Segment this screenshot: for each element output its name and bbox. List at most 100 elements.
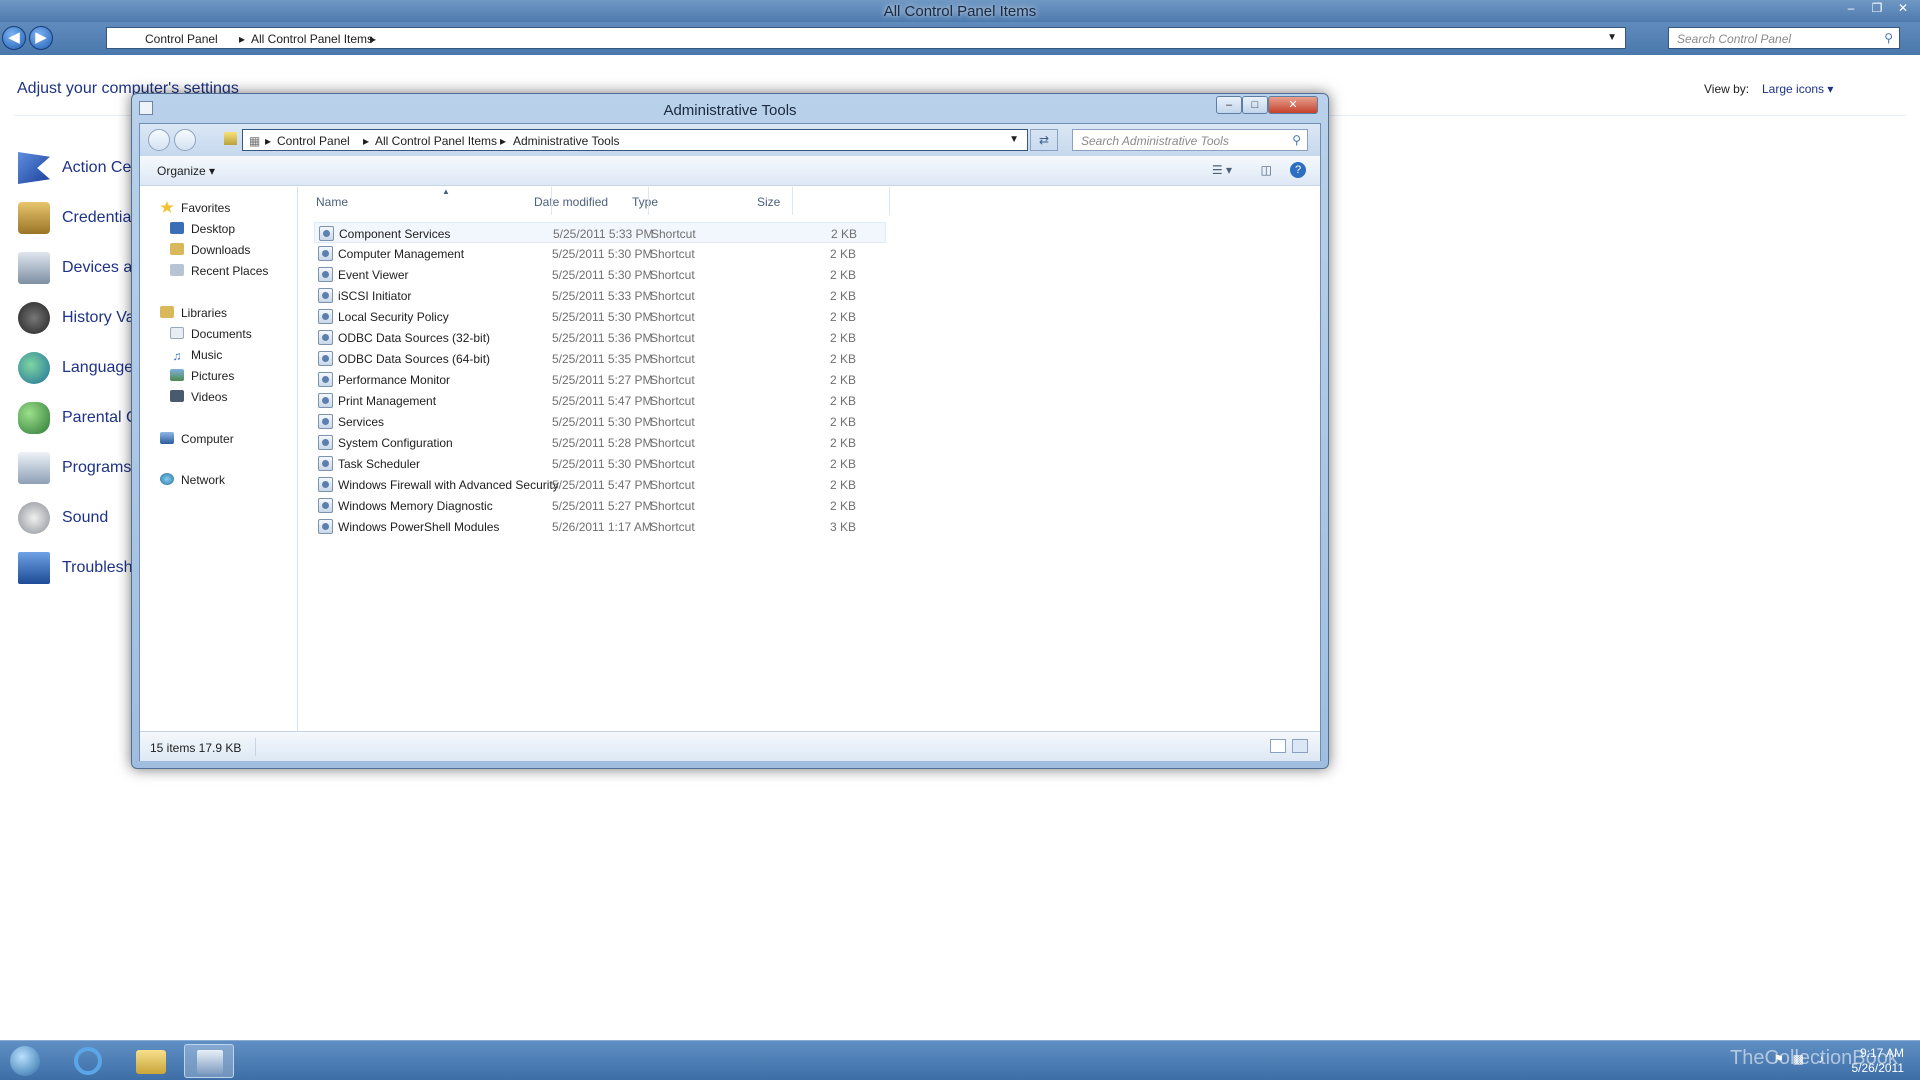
computer-icon — [160, 432, 174, 444]
printer-icon — [18, 252, 50, 284]
column-headers: Name ▲ Date modified Type Size — [299, 187, 1320, 215]
control-panel-icon — [197, 1050, 223, 1074]
explorer-breadcrumb[interactable]: ▦ ▸ Control Panel ▸ All Control Panel It… — [242, 129, 1028, 151]
file-row[interactable]: Performance Monitor 5/25/2011 5:27 PM Shor… — [314, 369, 886, 390]
taskbar-explorer[interactable] — [126, 1044, 176, 1078]
file-row[interactable]: Windows Firewall with Advanced Security 5… — [314, 474, 886, 495]
flag-icon[interactable]: ⚑ — [1773, 1052, 1784, 1067]
control-panel-icon: ▦ — [249, 134, 261, 148]
crumb-all-items[interactable]: All Control Panel Items — [375, 134, 497, 148]
chevron-down-icon[interactable]: ▼ — [1009, 134, 1019, 145]
system-tray[interactable]: ⚑ ▩ ♪ 9:17 AM 5/26/2011 — [1773, 1046, 1905, 1076]
organize-button[interactable]: Organize ▾ — [157, 164, 215, 178]
nav-computer[interactable]: Computer — [160, 432, 234, 446]
file-row[interactable]: System Configuration 5/25/2011 5:28 PM Sho… — [314, 432, 886, 453]
file-row[interactable]: Component Services 5/25/2011 5:33 PM Short… — [314, 222, 886, 243]
col-size[interactable]: Size — [757, 195, 780, 209]
file-row[interactable]: ODBC Data Sources (32-bit) 5/25/2011 5:36… — [314, 327, 886, 348]
parental-controls-icon — [18, 402, 50, 434]
programs-icon — [18, 452, 50, 484]
nav-recent-places[interactable]: Recent Places — [170, 264, 268, 278]
file-row[interactable]: Local Security Policy 5/25/2011 5:30 PM Sh… — [314, 306, 886, 327]
nav-documents[interactable]: Documents — [170, 327, 252, 341]
shortcut-icon — [318, 519, 333, 534]
col-name[interactable]: Name — [316, 195, 348, 209]
file-row[interactable]: Task Scheduler 5/25/2011 5:30 PM Shortcut 2… — [314, 453, 886, 474]
shortcut-icon — [318, 498, 333, 513]
win-maximize-button[interactable]: □ — [1242, 96, 1268, 114]
libraries-icon — [160, 306, 174, 318]
help-icon[interactable]: ? — [1290, 162, 1306, 178]
main-search-input[interactable]: Search Control Panel ⚲ — [1668, 27, 1900, 49]
large-icons-view-icon[interactable] — [1292, 739, 1308, 753]
speaker-icon[interactable]: ♪ — [1818, 1052, 1824, 1067]
minimize-button[interactable]: – — [1840, 0, 1862, 16]
shortcut-icon — [318, 288, 333, 303]
maximize-button[interactable]: ❐ — [1866, 0, 1888, 16]
taskbar: TheCollectionBook ⚑ ▩ ♪ 9:17 AM 5/26/201… — [0, 1040, 1920, 1080]
up-folder-icon[interactable] — [224, 132, 237, 145]
crumb-control-panel[interactable]: Control Panel — [145, 32, 218, 46]
nav-music[interactable]: ♫ Music — [170, 348, 223, 363]
flag-icon — [18, 152, 50, 184]
explorer-address-bar: ▦ ▸ Control Panel ▸ All Control Panel It… — [140, 124, 1320, 156]
crumb-admin-tools[interactable]: Administrative Tools — [513, 134, 620, 148]
nav-downloads[interactable]: Downloads — [170, 243, 250, 257]
nav-network[interactable]: Network — [160, 473, 225, 487]
main-titlebar: All Control Panel Items – ❐ ✕ — [0, 0, 1920, 22]
file-row[interactable]: Event Viewer 5/25/2011 5:30 PM Shortcut 2 K… — [314, 264, 886, 285]
start-button[interactable] — [2, 1044, 52, 1078]
folder-icon — [136, 1050, 166, 1074]
taskbar-ie[interactable] — [64, 1044, 114, 1078]
file-row[interactable]: Windows PowerShell Modules 5/26/2011 1:17… — [314, 516, 886, 537]
search-icon: ⚲ — [1884, 31, 1893, 45]
forward-button[interactable]: ▶ — [29, 26, 53, 50]
recent-places-icon — [170, 264, 184, 276]
shortcut-icon — [318, 414, 333, 429]
view-options-icon[interactable]: ☰ ▾ — [1212, 163, 1232, 177]
shortcut-icon — [318, 351, 333, 366]
nav-libraries[interactable]: Libraries — [160, 306, 227, 320]
shortcut-icon — [319, 226, 334, 241]
close-button[interactable]: ✕ — [1892, 0, 1914, 16]
file-row[interactable]: Print Management 5/25/2011 5:47 PM Shortcu… — [314, 390, 886, 411]
pictures-icon — [170, 369, 184, 381]
col-type[interactable]: Type — [632, 195, 658, 209]
crumb-control-panel[interactable]: Control Panel — [277, 134, 350, 148]
file-row[interactable]: ODBC Data Sources (64-bit) 5/25/2011 5:35… — [314, 348, 886, 369]
file-row[interactable]: Computer Management 5/25/2011 5:30 PM Shor… — [314, 243, 886, 264]
explorer-search-input[interactable]: Search Administrative Tools ⚲ — [1072, 129, 1308, 151]
nav-favorites[interactable]: Favorites — [160, 201, 230, 215]
details-view-icon[interactable] — [1270, 739, 1286, 753]
shortcut-icon — [318, 309, 333, 324]
clock-date[interactable]: 5/26/2011 — [1852, 1061, 1905, 1076]
crumb-all-items[interactable]: All Control Panel Items — [251, 32, 373, 46]
win-close-button[interactable]: ✕ — [1268, 96, 1318, 114]
back-button[interactable]: ◀ — [2, 26, 26, 50]
file-row[interactable]: Windows Memory Diagnostic 5/25/2011 5:27 … — [314, 495, 886, 516]
view-by-dropdown[interactable]: Large icons ▾ — [1762, 82, 1833, 96]
explorer-forward-button[interactable] — [174, 129, 196, 151]
file-row[interactable]: Services 5/25/2011 5:30 PM Shortcut 2 KB — [314, 411, 886, 432]
view-by-label: View by: — [1704, 82, 1750, 96]
refresh-button[interactable]: ⇄ — [1030, 129, 1058, 151]
internet-explorer-icon — [74, 1047, 102, 1075]
music-icon: ♫ — [172, 349, 182, 363]
navigation-pane: Favorites Desktop Downloads Recent Place… — [140, 187, 298, 731]
col-date-modified[interactable]: Date modified — [534, 195, 608, 209]
win-minimize-button[interactable]: – — [1216, 96, 1242, 114]
main-breadcrumb[interactable]: Control Panel ▸ All Control Panel Items … — [106, 27, 1626, 49]
chevron-down-icon[interactable]: ▼ — [1607, 32, 1617, 43]
taskbar-control-panel[interactable] — [184, 1044, 234, 1078]
clock-time[interactable]: 9:17 AM — [1852, 1046, 1904, 1061]
documents-icon — [170, 327, 184, 339]
nav-pictures[interactable]: Pictures — [170, 369, 234, 383]
file-row[interactable]: iSCSI Initiator 5/25/2011 5:33 PM Shortcut… — [314, 285, 886, 306]
search-icon: ⚲ — [1292, 133, 1301, 147]
nav-videos[interactable]: Videos — [170, 390, 227, 404]
network-icon[interactable]: ▩ — [1793, 1052, 1804, 1067]
status-text: 15 items 17.9 KB — [150, 741, 242, 755]
explorer-back-button[interactable] — [148, 129, 170, 151]
nav-desktop[interactable]: Desktop — [170, 222, 235, 236]
preview-pane-icon[interactable]: ◫ — [1261, 163, 1272, 177]
